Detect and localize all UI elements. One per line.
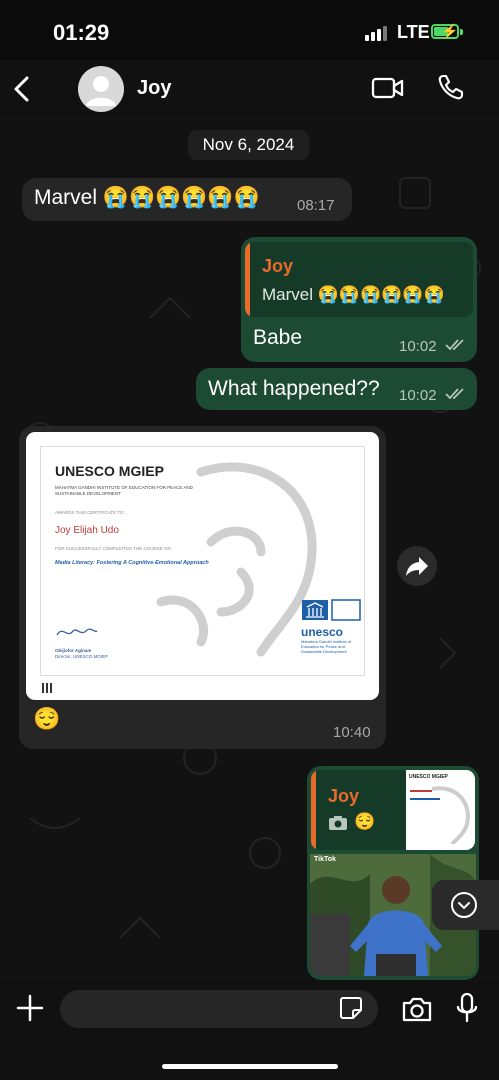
message-text: Babe: [253, 326, 303, 349]
chevron-left-icon[interactable]: [10, 74, 34, 104]
certificate-recipient: Joy Elijah Udo: [55, 525, 119, 536]
certificate-border: UNESCO MGIEP MAHATMA GANDHI INSTITUTE OF…: [40, 446, 365, 676]
forward-arrow-icon[interactable]: [397, 546, 437, 586]
camera-icon[interactable]: [401, 995, 433, 1028]
video-source-label: TikTok: [314, 856, 336, 863]
quote-thumbnail: UNESCO MGIEP: [406, 770, 475, 850]
video-camera-icon[interactable]: [371, 76, 405, 105]
signature-image: [56, 628, 98, 636]
message-time: 10:02: [399, 387, 437, 404]
quoted-reply[interactable]: Joy 😌 UNESCO MGIEP: [311, 770, 475, 850]
quote-author: Joy: [328, 786, 360, 806]
scroll-to-bottom-button[interactable]: [432, 880, 499, 930]
message-time: 08:17: [297, 197, 335, 214]
message-text: Marvel 😭😭😭😭😭😭: [34, 186, 260, 209]
message-text: What happened??: [208, 377, 380, 400]
chat-header: Joy: [0, 60, 499, 118]
unesco-word: unesco: [301, 625, 344, 639]
date-divider: Nov 6, 2024: [188, 130, 309, 160]
outgoing-media-message[interactable]: Joy 😌 UNESCO MGIEP TikTok: [307, 766, 479, 980]
certificate-completing-line: FOR SUCCESSFULLY COMPLETING THE COURSE O…: [55, 546, 171, 551]
quote-accent-bar: [311, 770, 316, 850]
certificate-subtitle: MAHATMA GANDHI INSTITUTE OF EDUCATION FO…: [55, 485, 193, 496]
camera-icon: [329, 816, 347, 830]
certificate-course: Media Literacy: Fostering A Cognitive-Em…: [55, 560, 209, 566]
certificate-image[interactable]: UNESCO MGIEP MAHATMA GANDHI INSTITUTE OF…: [26, 432, 379, 700]
incoming-message[interactable]: Marvel 😭😭😭😭😭😭 08:17: [22, 178, 352, 221]
quote-author: Joy: [262, 256, 294, 276]
message-time: 10:40: [333, 724, 371, 741]
read-ticks-icon: [445, 388, 464, 400]
home-indicator: [162, 1064, 338, 1069]
quote-text: 😌: [354, 812, 376, 831]
sticker-icon[interactable]: [339, 996, 363, 1025]
signal-strength-icon: [365, 26, 387, 41]
avatar[interactable]: [78, 66, 124, 112]
message-input-bar: [0, 980, 499, 1080]
microphone-icon[interactable]: [456, 992, 478, 1029]
status-time: 01:29: [53, 20, 110, 45]
incoming-image-message[interactable]: UNESCO MGIEP MAHATMA GANDHI INSTITUTE OF…: [19, 426, 386, 749]
network-type: LTE: [397, 22, 430, 42]
outgoing-message[interactable]: Joy Marvel 😭😭😭😭😭😭 Babe 10:02: [241, 237, 477, 362]
certificate-signer: Obijiofor Aginam Director, UNESCO MGIEP: [55, 648, 108, 660]
quoted-reply[interactable]: Joy Marvel 😭😭😭😭😭😭: [245, 242, 473, 317]
battery-icon: ⚡: [431, 23, 459, 39]
unesco-logo: unesco Mahatma Gandhi Institute of Educa…: [301, 599, 361, 657]
chat-area[interactable]: Nov 6, 2024 Marvel 😭😭😭😭😭😭 08:17 Joy Marv…: [0, 118, 499, 980]
chevron-down-icon: [451, 892, 477, 918]
qr-code: [42, 683, 52, 693]
signer-title: Director, UNESCO MGIEP: [55, 654, 109, 659]
message-time: 10:02: [399, 338, 437, 355]
image-caption: 😌: [33, 706, 61, 731]
certificate-awards-line: AWARDS THIS CERTIFICATE TO: [55, 510, 124, 515]
phone-icon[interactable]: [437, 73, 465, 106]
thumbnail-title: UNESCO MGIEP: [409, 774, 448, 780]
outgoing-message[interactable]: What happened?? 10:02: [196, 368, 477, 410]
quote-accent-bar: [245, 242, 250, 317]
read-ticks-icon: [445, 339, 464, 351]
quote-text: Marvel 😭😭😭😭😭😭: [262, 285, 445, 304]
message-input[interactable]: [60, 990, 378, 1028]
unesco-org: Mahatma Gandhi Institute of Education fo…: [301, 639, 352, 654]
plus-icon[interactable]: [16, 994, 44, 1027]
status-bar: 01:29 LTE ⚡: [0, 0, 499, 60]
battery-tip: [460, 29, 463, 35]
certificate-title: UNESCO MGIEP: [55, 463, 164, 479]
contact-name[interactable]: Joy: [137, 77, 171, 100]
